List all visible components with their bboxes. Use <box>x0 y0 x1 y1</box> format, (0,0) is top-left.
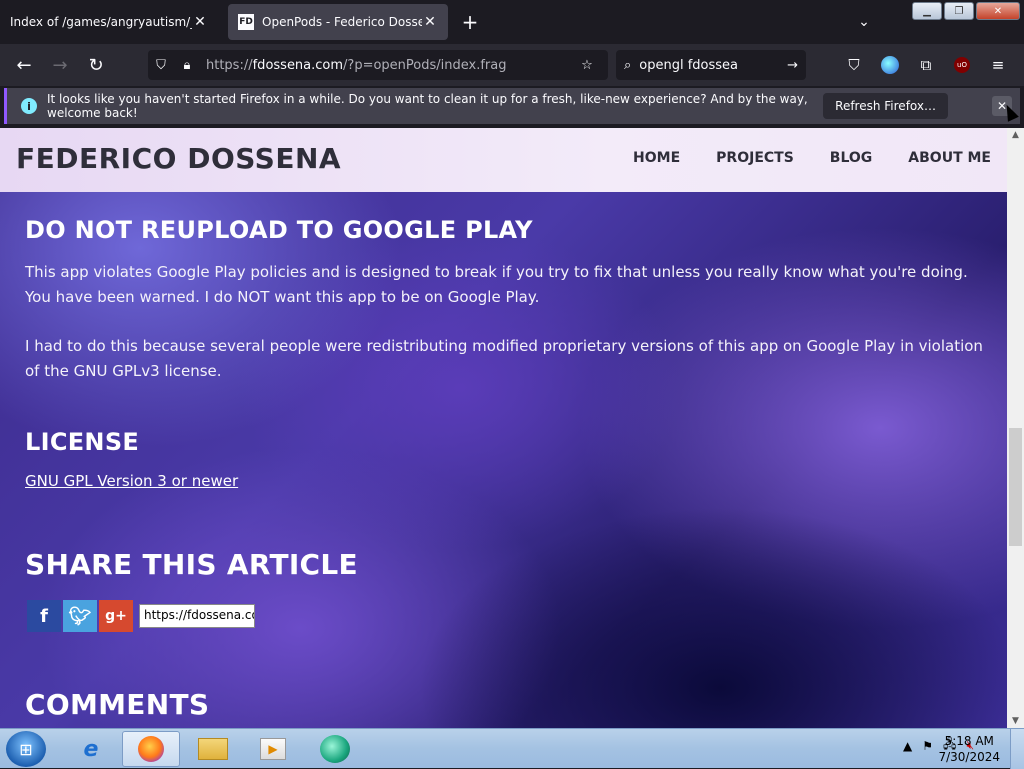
restore-button[interactable]: ❐ <box>944 2 974 20</box>
media-player-icon[interactable]: ▶ <box>244 731 302 767</box>
site-header: FEDERICO DOSSENA HOME PROJECTS BLOG ABOU… <box>0 128 1007 192</box>
info-icon: i <box>21 98 37 114</box>
toolbar-icons: ⛉ ⧉ uO ≡ <box>842 52 1010 78</box>
notification-bar: i It looks like you haven't started Fire… <box>4 88 1020 124</box>
share-buttons: f 🐦︎ g+ https://fdossena.com/?p=openPods… <box>27 600 255 632</box>
tab-title: Index of /games/angryautism/_vani <box>10 15 192 29</box>
account-icon[interactable] <box>878 52 902 78</box>
tab-strip: Index of /games/angryautism/_vani ✕ FD O… <box>0 0 1024 44</box>
url-text[interactable]: https://fdossena.com/?p=openPods/index.f… <box>206 58 574 73</box>
clock-date: 7/30/2024 <box>938 750 1000 764</box>
chevron-down-icon[interactable]: ⌄ <box>852 10 876 34</box>
tray-expand-icon[interactable]: ▲ <box>903 739 912 753</box>
notification-message: It looks like you haven't started Firefo… <box>47 92 808 120</box>
show-desktop-button[interactable] <box>1010 729 1024 769</box>
firefox-icon[interactable] <box>122 731 180 767</box>
refresh-firefox-button[interactable]: Refresh Firefox… <box>823 93 948 119</box>
license-link[interactable]: GNU GPL Version 3 or newer <box>25 472 238 490</box>
scrollbar-thumb[interactable] <box>1009 428 1022 546</box>
minimize-button[interactable]: ▁ <box>912 2 942 20</box>
nav-blog[interactable]: BLOG <box>830 150 873 166</box>
window-controls: ▁ ❐ ✕ <box>912 2 1020 20</box>
search-icon: ⌕ <box>624 57 632 73</box>
new-tab-button[interactable]: + <box>456 8 484 36</box>
heading-license: LICENSE <box>25 428 140 456</box>
nav-home[interactable]: HOME <box>633 150 680 166</box>
page-scrollbar[interactable]: ▲ ▼ <box>1007 128 1024 728</box>
site-nav: HOME PROJECTS BLOG ABOUT ME <box>633 150 991 166</box>
clock-time: 5:18 AM <box>944 734 994 748</box>
facebook-icon[interactable]: f <box>27 600 61 632</box>
web-page: FEDERICO DOSSENA HOME PROJECTS BLOG ABOU… <box>0 128 1007 728</box>
paragraph-reason: I had to do this because several people … <box>25 337 983 380</box>
heading-reupload: DO NOT REUPLOAD TO GOOGLE PLAY <box>25 216 533 244</box>
search-input[interactable]: opengl fdossea <box>639 58 787 73</box>
favicon-icon: FD <box>238 14 254 30</box>
nav-projects[interactable]: PROJECTS <box>716 150 794 166</box>
url-bar[interactable]: ⛉ 🔒︎ https://fdossena.com/?p=openPods/in… <box>148 50 608 80</box>
scroll-up-icon[interactable]: ▲ <box>1007 128 1024 142</box>
menu-icon[interactable]: ≡ <box>986 52 1010 78</box>
extensions-icon[interactable]: ⧉ <box>914 52 938 78</box>
heading-share: SHARE THIS ARTICLE <box>25 548 358 581</box>
back-arrow-icon[interactable]: ← <box>10 51 38 79</box>
go-arrow-icon[interactable]: → <box>787 58 798 73</box>
tab-title: OpenPods - Federico Dossena <box>262 15 422 29</box>
pocket-icon[interactable]: ⛉ <box>842 52 866 78</box>
reload-icon[interactable]: ↻ <box>82 51 110 79</box>
scroll-down-icon[interactable]: ▼ <box>1007 714 1024 728</box>
paragraph-policy: This app violates Google Play policies a… <box>25 263 968 306</box>
forward-arrow-icon[interactable]: → <box>46 51 74 79</box>
site-title[interactable]: FEDERICO DOSSENA <box>16 142 341 175</box>
heading-comments: COMMENTS <box>25 688 210 721</box>
flag-icon[interactable]: ⚑ <box>922 739 933 753</box>
windows-taskbar: ⊞ e ▶ ▲ ⚑ 🖧︎ 🔇︎ 5:18 AM 7/30/2024 <box>0 728 1024 769</box>
close-icon[interactable]: ✕ <box>192 14 208 30</box>
shield-icon[interactable]: ⛉ <box>148 58 174 73</box>
close-window-button[interactable]: ✕ <box>976 2 1020 20</box>
lock-icon[interactable]: 🔒︎ <box>174 58 200 73</box>
ublock-icon[interactable]: uO <box>950 52 974 78</box>
start-button[interactable]: ⊞ <box>6 731 46 767</box>
app-icon[interactable] <box>306 731 364 767</box>
tab-index-games[interactable]: Index of /games/angryautism/_vani ✕ <box>0 0 218 44</box>
clock[interactable]: 5:18 AM 7/30/2024 <box>938 733 1000 765</box>
nav-about-me[interactable]: ABOUT ME <box>908 150 991 166</box>
tab-openpods[interactable]: FD OpenPods - Federico Dossena ✕ <box>228 4 448 40</box>
navigation-toolbar: ← → ↻ ⛉ 🔒︎ https://fdossena.com/?p=openP… <box>0 44 1024 86</box>
close-icon[interactable]: ✕ <box>422 14 438 30</box>
star-icon[interactable]: ☆ <box>574 58 600 73</box>
internet-explorer-icon[interactable]: e <box>62 731 120 767</box>
share-url-field[interactable]: https://fdossena.com/?p=openPods/index.f… <box>139 604 255 628</box>
twitter-icon[interactable]: 🐦︎ <box>63 600 97 632</box>
file-explorer-icon[interactable] <box>184 731 242 767</box>
google-plus-icon[interactable]: g+ <box>99 600 133 632</box>
search-bar[interactable]: ⌕ opengl fdossea → <box>616 50 806 80</box>
